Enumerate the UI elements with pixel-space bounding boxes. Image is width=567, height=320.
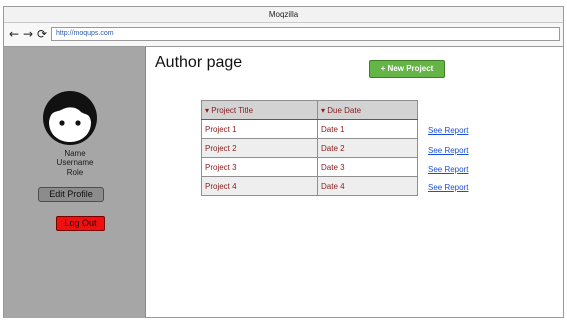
url-input[interactable]: http://moqups.com [51,27,560,41]
table-row: Project 3 Date 3 [201,157,418,177]
see-report-link[interactable]: See Report [428,126,468,135]
window-title-bar: Moqzilla [4,7,563,23]
see-report-link[interactable]: See Report [428,146,468,155]
projects-table: ▾ Project Title ▾ Due Date Project 1 Dat… [201,100,418,196]
due-date-cell: Date 2 [317,138,418,158]
table-row: Project 2 Date 2 [201,138,418,158]
table-header-row: ▾ Project Title ▾ Due Date [201,100,418,120]
page-title: Author page [155,54,243,71]
new-project-button[interactable]: + New Project [369,60,445,78]
logout-button[interactable]: Log Out [56,216,105,231]
sidebar: Name Username Role Edit Profile Log Out [4,47,146,318]
browser-window: Moqzilla ← → ⟳ http://moqups.com Name Us… [3,6,564,318]
project-title-cell: Project 3 [201,157,318,177]
due-date-cell: Date 1 [317,119,418,139]
project-title-cell: Project 4 [201,176,318,196]
see-report-link[interactable]: See Report [428,165,468,174]
table-row: Project 4 Date 4 [201,176,418,196]
back-arrow-icon[interactable]: ← [9,27,19,41]
edit-profile-button[interactable]: Edit Profile [38,187,104,202]
window-title: Moqzilla [268,10,299,19]
see-report-link[interactable]: See Report [428,183,468,192]
table-row: Project 1 Date 1 [201,119,418,139]
user-name: Name [64,149,86,158]
user-username: Username [56,158,94,167]
user-role: Role [66,168,84,177]
due-date-cell: Date 3 [317,157,418,177]
column-header-due-date[interactable]: ▾ Due Date [317,100,418,120]
forward-arrow-icon[interactable]: → [23,27,33,41]
project-title-cell: Project 1 [201,119,318,139]
reload-icon[interactable]: ⟳ [37,27,47,41]
project-title-cell: Project 2 [201,138,318,158]
address-bar: ← → ⟳ http://moqups.com [4,23,563,47]
column-header-project-title[interactable]: ▾ Project Title [201,100,318,120]
face-icon [43,91,97,145]
due-date-cell: Date 4 [317,176,418,196]
